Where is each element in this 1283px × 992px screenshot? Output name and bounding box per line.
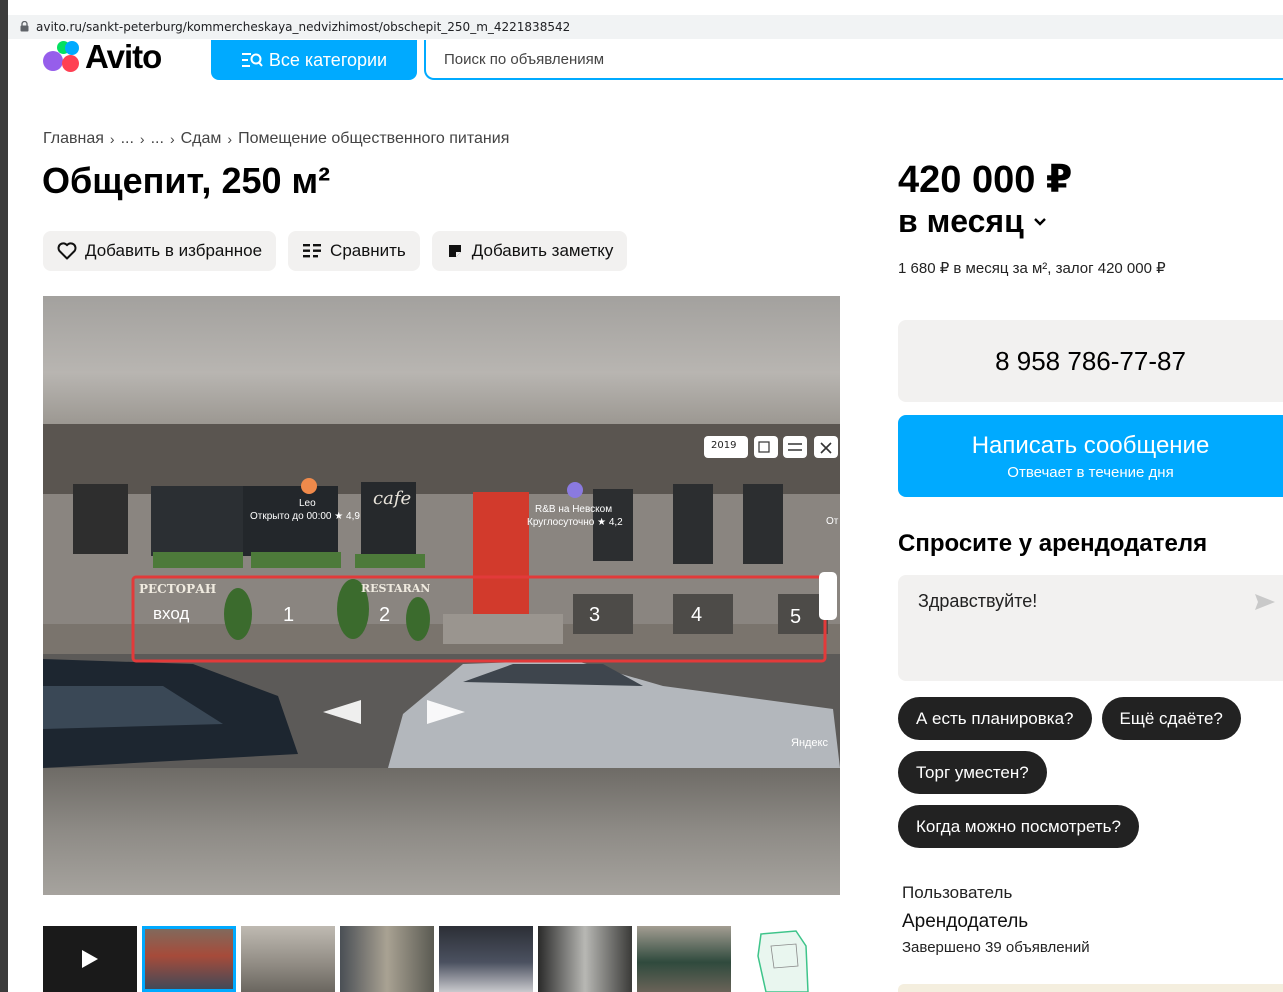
street-scene-graphic bbox=[43, 424, 840, 768]
chevron-right-icon: › bbox=[109, 131, 115, 147]
breadcrumb-item[interactable]: ... bbox=[121, 130, 134, 148]
thumbnail-strip bbox=[43, 926, 830, 992]
main-photo[interactable]: 2019 Leo Открыто до 00:00 ★ 4,9 R&B на Н… bbox=[43, 296, 840, 895]
phone-number: 8 958 786-77-87 bbox=[995, 345, 1186, 376]
ask-input-value: Здравствуйте! bbox=[918, 591, 1038, 611]
breadcrumb-category[interactable]: Помещение общественного питания bbox=[238, 130, 509, 148]
thumbnail-image[interactable] bbox=[142, 926, 236, 992]
show-phone-button[interactable]: 8 958 786-77-87 bbox=[898, 320, 1283, 402]
address-bar[interactable]: avito.ru/sankt-peterburg/kommercheskaya_… bbox=[8, 15, 1283, 39]
unit-number: 5 bbox=[790, 606, 802, 628]
breadcrumb: Главная › ... › ... › Сдам › Помещение о… bbox=[43, 130, 509, 148]
photo-blur-bottom bbox=[43, 768, 840, 895]
thumbnail-video[interactable] bbox=[43, 926, 137, 992]
listing-actions: Добавить в избранное Сравнить Добавить з… bbox=[43, 231, 628, 271]
write-message-label: Написать сообщение bbox=[971, 431, 1210, 459]
logo-text: Avito bbox=[85, 38, 162, 75]
page-title: Общепит, 250 м² bbox=[42, 160, 331, 201]
ask-seller-input[interactable]: Здравствуйте! bbox=[898, 575, 1283, 681]
seller-name[interactable]: Пользователь bbox=[902, 883, 1012, 903]
send-icon[interactable] bbox=[1254, 592, 1276, 612]
add-to-favorites-button[interactable]: Добавить в избранное bbox=[43, 231, 277, 271]
note-label: Добавить заметку bbox=[471, 241, 614, 260]
window-edge bbox=[0, 0, 8, 992]
seller-role: Арендодатель bbox=[902, 911, 1029, 932]
compare-label: Сравнить bbox=[330, 241, 406, 260]
quick-question-chip[interactable]: Ещё сдаёте? bbox=[1101, 697, 1241, 740]
poi-info: Открыто до 00:00 ★ 4,9 bbox=[250, 511, 360, 522]
search-input[interactable]: Поиск по объявлениям bbox=[424, 40, 1283, 80]
price-period-select[interactable]: в месяц bbox=[898, 203, 1048, 240]
quick-question-chip[interactable]: А есть планировка? bbox=[898, 697, 1092, 740]
unit-number: 2 bbox=[379, 604, 391, 626]
floorplan-graphic bbox=[757, 930, 809, 992]
all-categories-button[interactable]: Все категории bbox=[211, 40, 417, 80]
thumbnail-image[interactable] bbox=[637, 926, 731, 992]
response-time-label: Отвечает в течение дня bbox=[1007, 463, 1174, 481]
compare-icon bbox=[303, 244, 322, 258]
heart-icon bbox=[57, 242, 77, 260]
photo-blur-top bbox=[43, 296, 840, 424]
chevron-down-icon bbox=[1033, 217, 1046, 226]
thumbnail-floorplan[interactable] bbox=[736, 926, 830, 992]
unit-number: 4 bbox=[691, 604, 703, 626]
logo-dots-icon bbox=[43, 41, 81, 73]
url-text: avito.ru/sankt-peterburg/kommercheskaya_… bbox=[36, 20, 571, 34]
unit-number: 1 bbox=[283, 604, 295, 626]
street-view-image: 2019 Leo Открыто до 00:00 ★ 4,9 R&B на Н… bbox=[43, 424, 840, 768]
breadcrumb-home[interactable]: Главная bbox=[43, 130, 104, 148]
chevron-right-icon: › bbox=[227, 131, 233, 147]
price: 420 000 ₽ bbox=[898, 159, 1073, 201]
favorites-label: Добавить в избранное bbox=[85, 241, 263, 260]
quick-questions: А есть планировка? Ещё сдаёте? Торг умес… bbox=[898, 697, 1278, 848]
add-note-button[interactable]: Добавить заметку bbox=[431, 231, 628, 271]
thumbnail-image[interactable] bbox=[241, 926, 335, 992]
price-period-label: в месяц bbox=[898, 203, 1024, 239]
poi-info: Круглосуточно ★ 4,2 bbox=[527, 517, 623, 528]
ask-seller-title: Спросите у арендодателя bbox=[898, 530, 1208, 557]
poi-name: Leo bbox=[299, 498, 316, 509]
price-details: 1 680 ₽ в месяц за м², залог 420 000 ₽ bbox=[898, 260, 1166, 277]
breadcrumb-item[interactable]: ... bbox=[151, 130, 164, 148]
sign-restaran: RESTARAN bbox=[361, 582, 431, 595]
write-message-button[interactable]: Написать сообщение Отвечает в течение дн… bbox=[898, 415, 1283, 497]
seller-stats: Завершено 39 объявлений bbox=[902, 939, 1090, 956]
quick-question-chip[interactable]: Торг уместен? bbox=[898, 751, 1047, 794]
lock-icon bbox=[20, 21, 29, 32]
chevron-right-icon: › bbox=[169, 131, 175, 147]
note-icon bbox=[448, 245, 461, 257]
sign-restaurant: РЕСТОРАН bbox=[139, 582, 217, 596]
thumbnail-image[interactable] bbox=[340, 926, 434, 992]
year-select[interactable]: 2019 bbox=[711, 440, 736, 451]
play-icon bbox=[82, 950, 98, 968]
menu-search-icon bbox=[241, 53, 263, 67]
thumbnail-image[interactable] bbox=[538, 926, 632, 992]
sign-cafe: cafe bbox=[373, 488, 412, 509]
thumbnail-image[interactable] bbox=[439, 926, 533, 992]
chevron-right-icon: › bbox=[139, 131, 145, 147]
unit-number: 3 bbox=[589, 604, 601, 626]
search-placeholder: Поиск по объявлениям bbox=[444, 50, 605, 68]
edge-text: От bbox=[826, 516, 839, 527]
compare-button[interactable]: Сравнить bbox=[288, 231, 420, 271]
bottom-panel bbox=[898, 984, 1283, 992]
map-watermark: Яндекс bbox=[791, 737, 828, 749]
entrance-label: вход bbox=[153, 604, 190, 623]
poi-name: R&B на Невском bbox=[535, 504, 613, 515]
breadcrumb-rent[interactable]: Сдам bbox=[181, 130, 222, 148]
all-categories-label: Все категории bbox=[268, 49, 388, 70]
avito-logo[interactable]: Avito bbox=[43, 38, 162, 75]
quick-question-chip[interactable]: Когда можно посмотреть? bbox=[898, 805, 1139, 848]
